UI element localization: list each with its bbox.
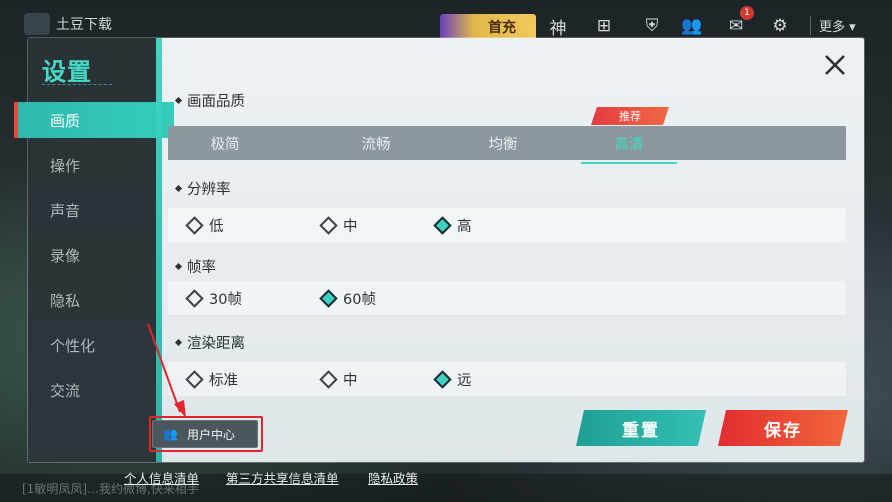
nav-item-personalize[interactable]: 个性化 bbox=[28, 327, 156, 363]
bullet-icon bbox=[174, 184, 183, 193]
framerate-options: 30帧 60帧 bbox=[168, 281, 846, 315]
nav-item-social[interactable]: 交流 bbox=[28, 372, 156, 408]
app-name: 土豆下载 bbox=[56, 17, 112, 33]
app-logo-icon bbox=[24, 13, 50, 35]
god-icon[interactable]: 神 bbox=[546, 14, 570, 39]
quality-title-text: 画面品质 bbox=[187, 94, 245, 110]
framerate-title-text: 帧率 bbox=[187, 260, 216, 276]
resolution-option-medium[interactable]: 中 bbox=[319, 208, 358, 242]
first-charge-button[interactable]: 首充 bbox=[440, 14, 536, 40]
option-label: 30帧 bbox=[209, 291, 242, 308]
framerate-option-30[interactable]: 30帧 bbox=[185, 281, 242, 315]
app-brand: 土豆下载 bbox=[24, 10, 112, 38]
quality-option-minimal[interactable]: 极简 bbox=[170, 126, 280, 160]
grid-icon[interactable]: ⊞ bbox=[592, 14, 616, 38]
friends-icon[interactable]: 👥 bbox=[680, 14, 704, 38]
quality-section-title: 画面品质 bbox=[174, 90, 245, 111]
close-icon[interactable] bbox=[820, 50, 850, 80]
bullet-icon bbox=[174, 96, 183, 105]
option-label: 中 bbox=[343, 372, 358, 389]
quality-selector: 极简 流畅 均衡 高清 bbox=[168, 126, 846, 160]
option-label: 中 bbox=[343, 218, 358, 235]
nav-item-privacy[interactable]: 隐私 bbox=[28, 282, 156, 318]
resolution-option-high[interactable]: 高 bbox=[433, 208, 472, 242]
radio-diamond-selected-icon bbox=[319, 288, 338, 308]
more-menu[interactable]: 更多 ▾ bbox=[810, 16, 856, 35]
radio-diamond-icon bbox=[319, 215, 338, 235]
more-label: 更多 bbox=[819, 20, 846, 35]
quality-option-smooth[interactable]: 流畅 bbox=[321, 126, 431, 160]
render-distance-option-medium[interactable]: 中 bbox=[319, 362, 358, 396]
quality-selected-underline bbox=[581, 162, 677, 164]
radio-diamond-selected-icon bbox=[433, 215, 452, 235]
resolution-option-low[interactable]: 低 bbox=[185, 208, 224, 242]
annotation-arrow-icon bbox=[147, 323, 186, 418]
radio-diamond-selected-icon bbox=[433, 369, 452, 389]
option-label: 标准 bbox=[209, 372, 238, 389]
render-distance-options: 标准 中 远 bbox=[168, 362, 846, 396]
reset-button[interactable]: 重置 bbox=[576, 410, 706, 446]
gear-icon[interactable]: ⚙ bbox=[768, 14, 792, 38]
shield-icon[interactable]: ⛨ bbox=[640, 14, 664, 38]
title-decoration bbox=[42, 84, 112, 87]
nav-item-sound[interactable]: 声音 bbox=[28, 192, 156, 228]
framerate-section-title: 帧率 bbox=[174, 256, 216, 277]
option-label: 60帧 bbox=[343, 291, 376, 308]
quality-option-hd[interactable]: 高清 bbox=[574, 126, 684, 160]
bullet-icon bbox=[174, 262, 183, 271]
mail-badge: 1 bbox=[740, 6, 754, 20]
resolution-title-text: 分辨率 bbox=[187, 182, 231, 198]
radio-diamond-icon bbox=[185, 215, 204, 235]
save-button[interactable]: 保存 bbox=[718, 410, 848, 446]
render-distance-option-far[interactable]: 远 bbox=[433, 362, 472, 396]
framerate-option-60[interactable]: 60帧 bbox=[319, 281, 376, 315]
link-privacy-policy[interactable]: 隐私政策 bbox=[368, 468, 418, 487]
link-third-party-sharing-list[interactable]: 第三方共享信息清单 bbox=[226, 468, 339, 487]
settings-title: 设置 bbox=[42, 58, 92, 86]
nav-item-controls[interactable]: 操作 bbox=[28, 147, 156, 183]
link-personal-info-list[interactable]: 个人信息清单 bbox=[124, 468, 199, 487]
resolution-section-title: 分辨率 bbox=[174, 178, 231, 199]
radio-diamond-icon bbox=[319, 369, 338, 389]
resolution-options: 低 中 高 bbox=[168, 208, 846, 242]
nav-item-recording[interactable]: 录像 bbox=[28, 237, 156, 273]
option-label: 远 bbox=[457, 372, 472, 389]
radio-diamond-icon bbox=[185, 288, 204, 308]
nav-item-graphics[interactable]: 画质 bbox=[14, 102, 174, 138]
option-label: 低 bbox=[209, 218, 224, 235]
annotation-highlight-frame bbox=[149, 416, 263, 452]
recommend-tag: 推荐 bbox=[591, 107, 669, 125]
settings-sidebar: 设置 画质 操作 声音 录像 隐私 个性化 交流 bbox=[14, 38, 174, 462]
game-top-bar: 土豆下载 首充 神 ⊞ ⛨ 👥 ✉ 1 ⚙ 更多 ▾ bbox=[0, 0, 892, 40]
option-label: 高 bbox=[457, 218, 472, 235]
quality-option-balanced[interactable]: 均衡 bbox=[448, 126, 558, 160]
